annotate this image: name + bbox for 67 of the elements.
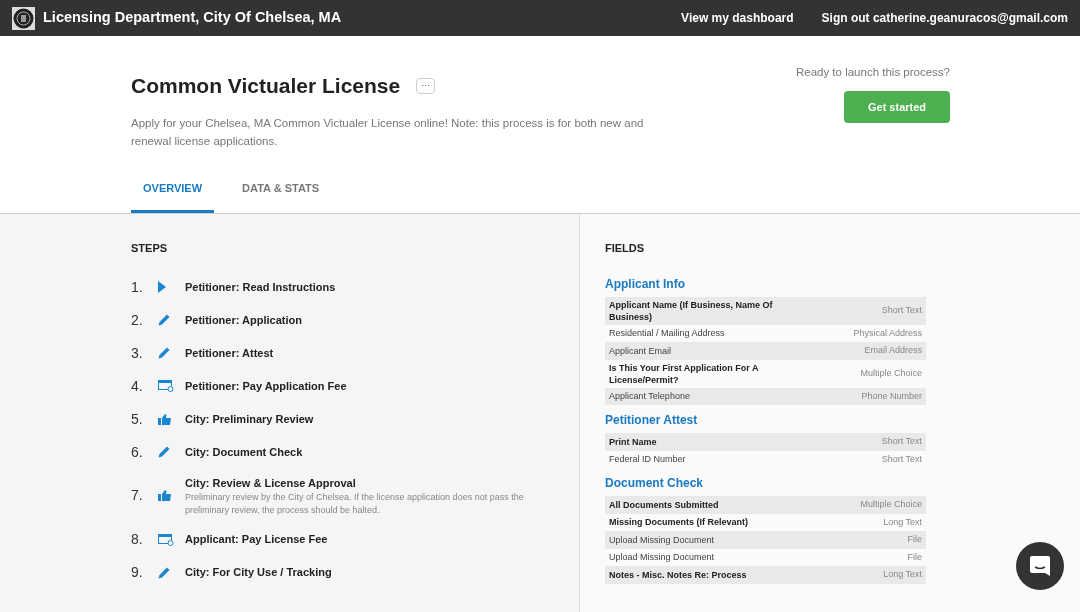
field-type: Physical Address <box>853 326 922 340</box>
pencil-icon <box>158 446 170 458</box>
step-title[interactable]: Petitioner: Application <box>185 311 302 329</box>
section-heading: FIELDS <box>605 241 646 256</box>
step-number: 5. <box>131 409 144 429</box>
step-number: 1. <box>131 277 144 297</box>
field-type: Short Text <box>881 435 922 448</box>
tab[interactable]: DATA & STATS <box>230 179 332 213</box>
launch-prompt: Ready to launch this process? <box>795 65 950 80</box>
field-label: Upload Missing Document <box>609 551 716 564</box>
field-label: Missing Documents (If Relevant) <box>609 516 750 529</box>
credit-card-icon <box>158 380 174 392</box>
pencil-icon <box>158 347 170 359</box>
step-number: 7. <box>131 486 144 506</box>
field-type: Short Text <box>881 303 922 317</box>
group-title: Applicant Info <box>605 275 686 293</box>
field-type: Multiple Choice <box>860 366 922 380</box>
field-label: Applicant Name (If Business, Name Of Business) <box>609 298 774 323</box>
field-label: All Documents Submitted <box>609 498 720 511</box>
nav-link[interactable]: Sign out catherine.geanuracos@gmail.com <box>821 9 1068 27</box>
field-type: File <box>907 550 922 564</box>
credit-card-icon <box>158 533 174 546</box>
pencil-icon <box>158 566 170 579</box>
field-label: Federal ID Number <box>609 453 687 466</box>
step-title[interactable]: Petitioner: Pay Application Fee <box>185 377 347 395</box>
step-description: Preliminary review by the City of Chelsea. If the license application does not pass the preliminary review, the process should be halted. <box>185 491 525 517</box>
field-label: Upload Missing Document <box>609 533 716 546</box>
field-type: Long Text <box>883 515 922 529</box>
step-number: 3. <box>131 343 144 363</box>
field-type: Multiple Choice <box>860 498 922 511</box>
step-title[interactable]: City: Preliminary Review <box>185 410 314 428</box>
field-label: Print Name <box>609 435 658 448</box>
field-label: Notes - Misc. Notes Re: Process <box>609 568 748 581</box>
chat-icon <box>1029 555 1051 577</box>
step-title[interactable]: Petitioner: Read Instructions <box>185 278 336 296</box>
field-type: Email Address <box>864 344 922 357</box>
step-number: 2. <box>131 310 144 330</box>
field-label: Applicant Telephone <box>609 390 691 403</box>
step-title[interactable]: City: Review & License Approval <box>185 474 565 491</box>
step-title[interactable]: City: Document Check <box>185 443 303 461</box>
thumbs-up-icon <box>158 413 171 425</box>
section-heading: STEPS <box>131 241 169 256</box>
field-label: Residential / Mailing Address <box>609 327 726 340</box>
field-type: Long Text <box>883 568 922 581</box>
nav-link[interactable]: View my dashboard <box>681 9 794 27</box>
field-type: Phone Number <box>861 389 922 403</box>
process-description: Apply for your Chelsea, MA Common Victualer License online! Note: this process is for both new and renewal license applications. <box>131 115 645 149</box>
field-label: Is This Your First Application For A License/Permit? <box>609 361 760 386</box>
group-title: Document Check <box>605 475 705 492</box>
step-number: 8. <box>131 530 144 549</box>
more-button[interactable]: ··· <box>416 77 436 94</box>
pencil-icon <box>158 314 170 326</box>
play-icon <box>158 281 166 293</box>
site-title: Licensing Department, City Of Chelsea, MA <box>43 8 342 28</box>
thumbs-up-icon <box>158 490 171 502</box>
step-title[interactable]: City: For City Use / Tracking <box>185 564 332 581</box>
process-title: Common Victualer License <box>131 73 401 99</box>
step-title[interactable]: Petitioner: Attest <box>185 344 274 362</box>
field-type: File <box>907 533 922 546</box>
group-title: Petitioner Attest <box>605 412 699 429</box>
step-number: 6. <box>131 442 144 462</box>
field-type: Short Text <box>881 452 922 466</box>
step-number: 9. <box>131 563 144 582</box>
field-label: Applicant Email <box>609 344 673 357</box>
step-number: 4. <box>131 376 144 396</box>
step-title[interactable]: Applicant: Pay License Fee <box>185 531 328 548</box>
seal-logo <box>12 6 35 30</box>
